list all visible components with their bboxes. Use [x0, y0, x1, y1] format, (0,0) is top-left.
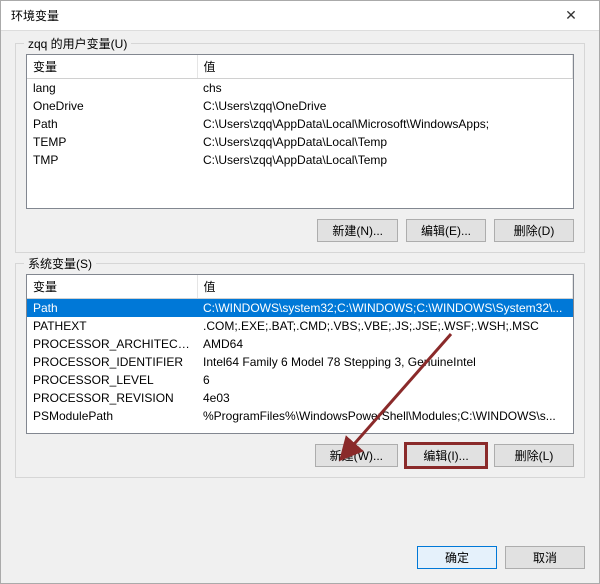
ok-button[interactable]: 确定 — [417, 546, 497, 569]
user-col-value[interactable]: 值 — [197, 55, 573, 79]
system-edit-button[interactable]: 编辑(I)... — [406, 444, 486, 467]
var-name-cell: PROCESSOR_ARCHITECTURE — [27, 335, 197, 353]
user-delete-button[interactable]: 删除(D) — [494, 219, 574, 242]
table-row[interactable]: PSModulePath%ProgramFiles%\WindowsPowerS… — [27, 407, 573, 425]
table-row[interactable]: PROCESSOR_LEVEL6 — [27, 371, 573, 389]
user-vars-label: zqq 的用户变量(U) — [24, 35, 131, 52]
var-name-cell: PATHEXT — [27, 317, 197, 335]
user-new-button[interactable]: 新建(N)... — [317, 219, 398, 242]
user-vars-group: zqq 的用户变量(U) 变量 值 langchsOneDriveC:\User… — [15, 43, 585, 253]
var-value-cell: C:\Users\zqq\AppData\Local\Temp — [197, 133, 573, 151]
var-name-cell: PROCESSOR_REVISION — [27, 389, 197, 407]
var-name-cell: PROCESSOR_LEVEL — [27, 371, 197, 389]
user-edit-button[interactable]: 编辑(E)... — [406, 219, 486, 242]
user-col-name[interactable]: 变量 — [27, 55, 197, 79]
var-value-cell: 6 — [197, 371, 573, 389]
var-name-cell: PSModulePath — [27, 407, 197, 425]
env-vars-dialog: 环境变量 ✕ zqq 的用户变量(U) 变量 值 langchsOneDrive… — [0, 0, 600, 584]
table-row[interactable]: langchs — [27, 79, 573, 98]
table-row[interactable]: OneDriveC:\Users\zqq\OneDrive — [27, 97, 573, 115]
system-col-value[interactable]: 值 — [197, 275, 573, 299]
system-vars-label: 系统变量(S) — [24, 255, 96, 272]
var-name-cell: Path — [27, 115, 197, 133]
var-value-cell: Intel64 Family 6 Model 78 Stepping 3, Ge… — [197, 353, 573, 371]
var-value-cell: C:\Users\zqq\AppData\Local\Temp — [197, 151, 573, 169]
table-row[interactable]: TMPC:\Users\zqq\AppData\Local\Temp — [27, 151, 573, 169]
system-vars-group: 系统变量(S) 变量 值 PathC:\WINDOWS\system32;C:\… — [15, 263, 585, 478]
titlebar: 环境变量 ✕ — [1, 1, 599, 31]
table-row[interactable]: PROCESSOR_ARCHITECTUREAMD64 — [27, 335, 573, 353]
system-new-button[interactable]: 新建(W)... — [315, 444, 398, 467]
table-row[interactable]: PROCESSOR_REVISION4e03 — [27, 389, 573, 407]
table-row[interactable]: PATHEXT.COM;.EXE;.BAT;.CMD;.VBS;.VBE;.JS… — [27, 317, 573, 335]
user-vars-table[interactable]: 变量 值 langchsOneDriveC:\Users\zqq\OneDriv… — [27, 55, 573, 169]
var-name-cell: TEMP — [27, 133, 197, 151]
var-name-cell: lang — [27, 79, 197, 98]
table-row[interactable]: PROCESSOR_IDENTIFIERIntel64 Family 6 Mod… — [27, 353, 573, 371]
var-value-cell: .COM;.EXE;.BAT;.CMD;.VBS;.VBE;.JS;.JSE;.… — [197, 317, 573, 335]
cancel-button[interactable]: 取消 — [505, 546, 585, 569]
var-value-cell: chs — [197, 79, 573, 98]
table-row[interactable]: PathC:\Users\zqq\AppData\Local\Microsoft… — [27, 115, 573, 133]
dialog-footer: 确定 取消 — [1, 536, 599, 583]
var-name-cell: Path — [27, 299, 197, 318]
var-name-cell: TMP — [27, 151, 197, 169]
var-value-cell: C:\WINDOWS\system32;C:\WINDOWS;C:\WINDOW… — [197, 299, 573, 318]
dialog-content: zqq 的用户变量(U) 变量 值 langchsOneDriveC:\User… — [1, 31, 599, 536]
table-row[interactable]: PathC:\WINDOWS\system32;C:\WINDOWS;C:\WI… — [27, 299, 573, 318]
window-title: 环境变量 — [11, 7, 551, 24]
close-icon: ✕ — [565, 7, 577, 24]
var-value-cell: AMD64 — [197, 335, 573, 353]
var-name-cell: PROCESSOR_IDENTIFIER — [27, 353, 197, 371]
var-name-cell: OneDrive — [27, 97, 197, 115]
user-vars-buttons: 新建(N)... 编辑(E)... 删除(D) — [26, 219, 574, 242]
var-value-cell: C:\Users\zqq\OneDrive — [197, 97, 573, 115]
close-button[interactable]: ✕ — [551, 2, 591, 30]
system-col-name[interactable]: 变量 — [27, 275, 197, 299]
var-value-cell: 4e03 — [197, 389, 573, 407]
user-vars-table-wrap: 变量 值 langchsOneDriveC:\Users\zqq\OneDriv… — [26, 54, 574, 209]
var-value-cell: C:\Users\zqq\AppData\Local\Microsoft\Win… — [197, 115, 573, 133]
table-row[interactable]: TEMPC:\Users\zqq\AppData\Local\Temp — [27, 133, 573, 151]
system-vars-table[interactable]: 变量 值 PathC:\WINDOWS\system32;C:\WINDOWS;… — [27, 275, 573, 425]
system-vars-table-wrap: 变量 值 PathC:\WINDOWS\system32;C:\WINDOWS;… — [26, 274, 574, 434]
var-value-cell: %ProgramFiles%\WindowsPowerShell\Modules… — [197, 407, 573, 425]
system-vars-buttons: 新建(W)... 编辑(I)... 删除(L) — [26, 444, 574, 467]
system-delete-button[interactable]: 删除(L) — [494, 444, 574, 467]
